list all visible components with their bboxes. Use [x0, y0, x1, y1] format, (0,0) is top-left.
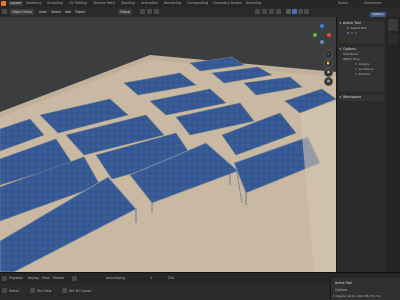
status-bar: Select Pan View Set 3D Cursor [0, 284, 330, 300]
parents-checkbox[interactable] [355, 72, 358, 76]
start-frame-field[interactable]: 1 [150, 276, 152, 280]
origins-label: Origins [358, 62, 370, 66]
menu-object[interactable]: Object [73, 9, 87, 15]
mouse-middle-icon [30, 288, 35, 293]
record-icon[interactable] [72, 276, 77, 281]
status-select: Select [9, 289, 19, 293]
transform-orientation[interactable]: Global [118, 9, 133, 15]
marker-menu[interactable]: Marker [53, 276, 64, 280]
tab-sculpting[interactable]: Sculpting [47, 1, 63, 6]
shading-material-icon[interactable] [298, 9, 303, 14]
axis-gizmo[interactable] [311, 24, 333, 46]
workspace-section[interactable]: Workspace [339, 95, 384, 101]
overlay-icon[interactable] [269, 9, 274, 14]
visibility-icon[interactable] [255, 9, 260, 14]
tab-modeling[interactable]: Modeling [26, 1, 41, 6]
transform-label: Transform [343, 52, 358, 56]
scene-render [0, 55, 336, 272]
scene-stats: 1 Objects | Verts 1,816,798 | Tris 3.6 [333, 295, 381, 298]
tab-rendering[interactable]: Rendering [164, 1, 181, 6]
options-section[interactable]: Options Transform Affect Only Origins Lo… [339, 47, 384, 91]
menu-add[interactable]: Add [63, 9, 73, 15]
gizmo-toggle-icon[interactable] [262, 9, 267, 14]
snap-icon[interactable] [147, 9, 152, 14]
scene-selector[interactable]: Scene [338, 1, 348, 6]
parents-row[interactable]: Parents [339, 72, 384, 77]
select-box-icon [347, 26, 350, 30]
select-box-label: Select Box [350, 26, 367, 30]
end-frame-field[interactable]: 250 [168, 276, 174, 280]
pan-icon[interactable]: ✋ [324, 59, 333, 68]
aside-title[interactable]: Active Tool [335, 281, 352, 285]
z-axis-icon[interactable] [320, 24, 324, 28]
neg-z-axis-icon[interactable] [320, 40, 324, 44]
aside-line: Options [335, 288, 348, 292]
view-menu[interactable]: View [42, 276, 50, 280]
mouse-right-icon [62, 288, 67, 293]
select-mode-row[interactable] [339, 31, 384, 36]
tab-geometry-nodes[interactable]: Geometry Nodes [213, 1, 242, 6]
view-layer-selector[interactable]: ViewLayer [364, 1, 382, 6]
status-3d-cursor: Set 3D Cursor [69, 289, 92, 293]
proportional-edit-icon[interactable] [154, 9, 159, 14]
tab-shading[interactable]: Shading [121, 1, 135, 6]
mode-set-icon[interactable] [347, 31, 350, 35]
menu-select[interactable]: Select [49, 9, 63, 15]
blender-logo-icon[interactable] [1, 1, 6, 6]
sidebar-panel: Active Tool Select Box Options Transform… [336, 17, 387, 272]
shading-solid-icon[interactable] [292, 9, 297, 14]
sidebar-tabs [386, 17, 400, 272]
status-pan-view: Pan View [37, 289, 52, 293]
tab-texture-paint[interactable]: Texture Paint [93, 1, 115, 6]
mouse-left-icon [2, 288, 7, 293]
locations-checkbox[interactable] [355, 67, 358, 71]
tab-scripting[interactable]: Scripting [246, 1, 261, 6]
tab-tool[interactable] [388, 19, 398, 31]
workspace-title[interactable]: Workspace [339, 95, 384, 100]
grid-toggle-icon[interactable]: ▦ [324, 77, 333, 86]
affect-only-label: Affect Only [343, 57, 360, 61]
x-axis-icon[interactable] [327, 33, 331, 37]
tab-animation[interactable]: Animation [141, 1, 158, 6]
auto-keying-toggle[interactable]: Auto Keying [106, 276, 125, 280]
3d-viewport[interactable]: ⌕ ✋ ▣ ▦ [0, 17, 336, 272]
parents-label: Parents [358, 72, 370, 76]
camera-view-icon[interactable]: ▣ [324, 68, 333, 77]
last-operator-panel[interactable]: Active Tool Options 1 Objects | Verts 1,… [330, 278, 400, 300]
tab-view[interactable] [388, 33, 398, 45]
keying-menu[interactable]: Keying [28, 276, 39, 280]
shading-wire-icon[interactable] [286, 9, 291, 14]
tab-layout[interactable]: Layout [9, 1, 23, 6]
origins-checkbox[interactable] [355, 62, 358, 66]
zoom-icon[interactable]: ⌕ [324, 50, 333, 59]
timeline-editor-icon[interactable] [2, 276, 7, 281]
editor-type-icon[interactable] [2, 9, 7, 14]
menu-view[interactable]: View [37, 9, 49, 15]
playback-menu[interactable]: Playback [9, 276, 23, 280]
mode-extend-icon[interactable] [350, 31, 354, 35]
active-tool-section[interactable]: Active Tool Select Box [339, 21, 384, 43]
shading-rendered-icon[interactable] [304, 9, 309, 14]
pivot-icon[interactable] [140, 9, 145, 14]
mode-subtract-icon[interactable] [354, 31, 357, 35]
xray-icon[interactable] [276, 9, 281, 14]
y-axis-icon[interactable] [313, 33, 317, 37]
tab-uv-editing[interactable]: UV Editing [69, 1, 87, 6]
locations-label: Locations [358, 67, 374, 71]
mode-dropdown[interactable]: Object Mode [10, 9, 35, 15]
tab-compositing[interactable]: Compositing [187, 1, 208, 6]
